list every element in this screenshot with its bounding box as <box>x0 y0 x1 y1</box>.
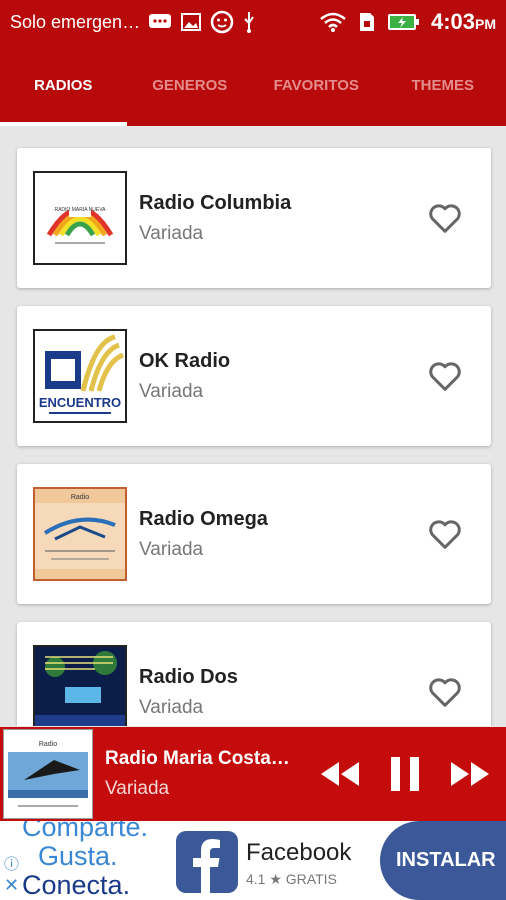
heart-outline-icon[interactable] <box>425 198 465 238</box>
tab-label: FAVORITOS <box>273 76 359 94</box>
install-button[interactable]: INSTALAR <box>380 821 506 900</box>
ad-slogan: Comparte. Gusta. Conecta. <box>22 821 148 900</box>
ad-app-rating: 4.1 ★ GRATIS <box>246 871 337 887</box>
face-icon <box>210 10 234 34</box>
rewind-icon[interactable] <box>319 760 361 788</box>
station-genre: Variada <box>139 222 204 244</box>
wifi-icon <box>320 12 346 32</box>
tab-label: THEMES <box>411 76 474 94</box>
clock-time: 4:03 <box>430 9 475 34</box>
ad-info-icon[interactable]: ⓘ <box>4 853 19 874</box>
logo-text: Radio <box>39 741 57 748</box>
pause-icon[interactable] <box>389 756 421 792</box>
station-card[interactable]: RADIO MARIA NUEVA Radio Columbia Variada <box>17 148 491 288</box>
station-list[interactable]: RADIO MARIA NUEVA Radio Columbia Variada… <box>0 126 506 726</box>
message-icon <box>149 14 172 28</box>
tab-label: GENEROS <box>152 76 228 94</box>
install-button-label: INSTALAR <box>396 849 496 871</box>
ad-banner[interactable]: Comparte. Gusta. Conecta. ⓘ ✕ Facebook 4… <box>0 821 506 900</box>
heart-outline-icon[interactable] <box>425 356 465 396</box>
player-controls <box>319 756 491 792</box>
tab-label: RADIOS <box>34 76 93 94</box>
system-icons: 4:03PM <box>319 9 496 35</box>
now-playing-title: Radio Maria Costa… <box>105 748 290 769</box>
station-info: OK Radio Variada <box>139 350 425 403</box>
station-info: Radio Columbia Variada <box>139 192 425 245</box>
station-logo: RADIO MARIA NUEVA <box>33 171 127 265</box>
station-name: Radio Dos <box>139 665 238 688</box>
station-info: Radio Dos Variada <box>139 666 425 719</box>
station-name: OK Radio <box>139 349 231 372</box>
clock-ampm: PM <box>475 16 496 32</box>
battery-icon <box>387 14 419 30</box>
station-logo <box>33 645 127 726</box>
tab-favoritos[interactable]: FAVORITOS <box>253 44 380 126</box>
fast-forward-icon[interactable] <box>449 760 491 788</box>
logo-text: Radio <box>71 494 89 501</box>
station-name: Radio Omega <box>139 507 268 530</box>
station-logo: Radio <box>33 487 127 581</box>
station-card[interactable]: Radio Dos Variada <box>17 622 491 726</box>
station-genre: Variada <box>139 538 204 560</box>
ad-app-name: Facebook <box>246 839 352 866</box>
ad-slogan-line: Conecta. <box>22 870 131 900</box>
station-card[interactable]: ENCUENTRO OK Radio Variada <box>17 306 491 446</box>
clock: 4:03PM <box>431 9 496 35</box>
usb-icon <box>244 12 254 33</box>
heart-outline-icon[interactable] <box>425 672 465 712</box>
ad-slogan-line: Gusta. <box>38 841 118 871</box>
now-playing-bar[interactable]: Radio Radio Maria Costa… Variada <box>0 727 506 821</box>
tab-radios[interactable]: RADIOS <box>0 44 127 126</box>
station-genre: Variada <box>139 380 204 402</box>
logo-text: RADIO MARIA NUEVA <box>54 207 106 213</box>
station-info: Radio Omega Variada <box>139 508 425 561</box>
station-card[interactable]: Radio Radio Omega Variada <box>17 464 491 604</box>
image-icon <box>181 13 202 31</box>
notification-icons <box>148 10 256 34</box>
sim-icon <box>359 13 374 31</box>
logo-text: ENCUENTRO <box>39 395 121 410</box>
now-playing-logo: Radio <box>3 729 93 819</box>
facebook-logo-icon <box>176 831 238 893</box>
status-bar: Solo emergen… 4:03PM <box>0 0 506 44</box>
tab-generos[interactable]: GENEROS <box>127 44 254 126</box>
heart-outline-icon[interactable] <box>425 514 465 554</box>
station-genre: Variada <box>139 696 204 718</box>
station-logo: ENCUENTRO <box>33 329 127 423</box>
tab-themes[interactable]: THEMES <box>380 44 506 126</box>
now-playing-info: Radio Maria Costa… Variada <box>105 748 305 800</box>
ad-slogan-line: Comparte. <box>22 821 149 842</box>
ad-close-icon[interactable]: ✕ <box>4 875 19 896</box>
carrier-label: Solo emergen… <box>10 11 141 32</box>
station-name: Radio Columbia <box>139 191 292 214</box>
now-playing-genre: Variada <box>105 778 170 799</box>
tab-bar: RADIOS GENEROS FAVORITOS THEMES <box>0 44 506 126</box>
